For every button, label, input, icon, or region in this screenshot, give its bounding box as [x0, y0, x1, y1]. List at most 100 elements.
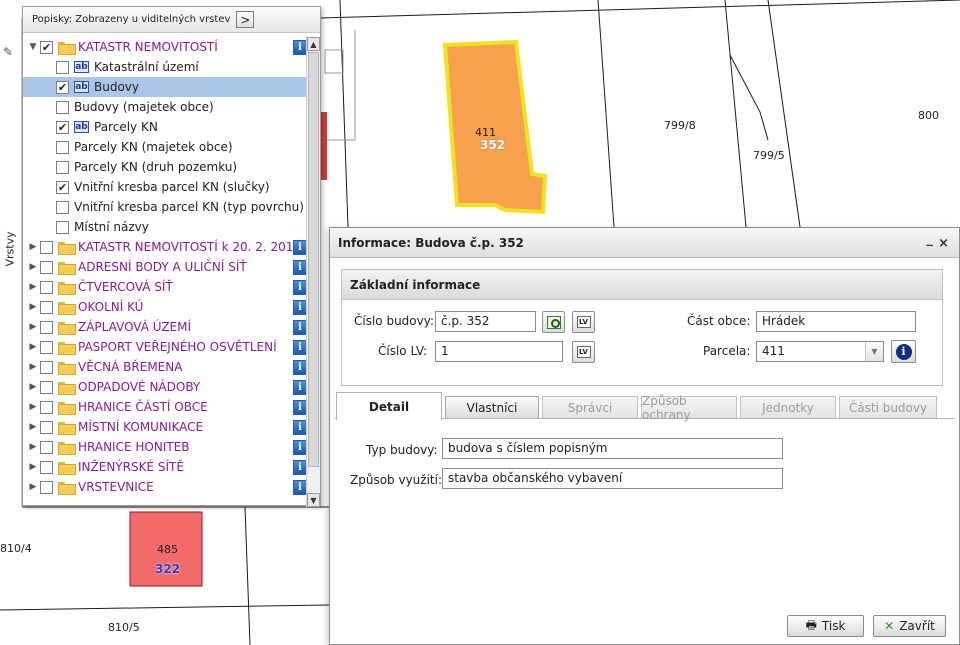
info-icon[interactable]: i — [293, 400, 307, 415]
layer-row[interactable]: Budovy (majetek obce) — [23, 97, 307, 117]
expand-icon[interactable]: ▶ — [28, 402, 38, 412]
expand-icon[interactable]: ▶ — [28, 342, 38, 352]
label-toggle-icon[interactable]: ab — [74, 61, 89, 73]
layer-checkbox[interactable] — [40, 420, 53, 434]
layer-row[interactable]: Místní názvy — [23, 217, 307, 237]
layer-row[interactable]: ▶ KATASTR NEMOVITOSTÍ k 20. 2. 2012 i — [23, 237, 307, 257]
chevron-down-icon[interactable]: ▼ — [865, 342, 883, 361]
layer-row[interactable]: ▶ OKOLNÍ KÚ i — [23, 297, 307, 317]
layer-row[interactable]: ▶ MÍSTNÍ KOMUNIKACE i — [23, 417, 307, 437]
layer-checkbox[interactable] — [40, 380, 53, 394]
layer-scrollbar[interactable]: ▲ ▼ — [306, 37, 320, 507]
layer-row[interactable]: ab Katastrální území — [23, 57, 307, 77]
lv-number-button[interactable]: LV — [572, 341, 595, 363]
layer-checkbox[interactable] — [56, 140, 69, 154]
layer-checkbox[interactable] — [56, 100, 69, 114]
print-button[interactable]: 🖶 Tisk — [787, 615, 864, 637]
layer-checkbox[interactable] — [40, 260, 53, 274]
layer-checkbox[interactable] — [40, 440, 53, 454]
expand-icon[interactable]: ▶ — [28, 322, 38, 332]
parcel-info-button[interactable]: i — [891, 340, 916, 363]
layer-checkbox[interactable] — [56, 160, 69, 174]
layer-row[interactable]: ▶ ODPADOVÉ NÁDOBY i — [23, 377, 307, 397]
zoom-to-building-button[interactable] — [542, 311, 565, 333]
layer-checkbox[interactable]: ✔ — [56, 80, 69, 94]
info-icon[interactable]: i — [293, 260, 307, 275]
layer-checkbox[interactable] — [40, 340, 53, 354]
info-icon[interactable]: i — [293, 40, 307, 55]
layer-row[interactable]: ▶ VRSTEVNICE i — [23, 477, 307, 497]
pin-icon[interactable]: ✎ — [3, 45, 13, 59]
layer-row[interactable]: ▶ ADRESNÍ BODY A ULIČNÍ SÍŤ i — [23, 257, 307, 277]
layer-checkbox[interactable] — [40, 360, 53, 374]
layer-checkbox[interactable]: ✔ — [56, 180, 69, 194]
expand-icon[interactable]: ▶ — [28, 382, 38, 392]
layer-checkbox[interactable] — [40, 480, 53, 494]
label-toggle-icon[interactable]: ab — [74, 81, 89, 93]
parcel-select[interactable]: 411 ▼ — [756, 341, 884, 362]
info-icon[interactable]: i — [293, 300, 307, 315]
layer-row[interactable]: ▶ ZÁPLAVOVÁ ÚZEMÍ i — [23, 317, 307, 337]
lv-number-field[interactable]: 1 — [435, 341, 563, 362]
expand-icon[interactable]: ▶ — [28, 462, 38, 472]
dialog-titlebar[interactable]: Informace: Budova č.p. 352 _ × — [330, 228, 959, 258]
tab-protection[interactable]: Způsob ochrany — [641, 394, 737, 422]
info-icon[interactable]: i — [293, 320, 307, 335]
tab-owners[interactable]: Vlastníci — [445, 396, 539, 418]
info-icon[interactable]: i — [293, 280, 307, 295]
layer-checkbox[interactable] — [56, 60, 69, 74]
usage-field[interactable]: stavba občanského vybavení — [442, 468, 783, 489]
layer-row[interactable]: ▶ HRANICE HONITEB i — [23, 437, 307, 457]
layer-checkbox[interactable] — [40, 300, 53, 314]
info-icon[interactable]: i — [293, 480, 307, 495]
scroll-down-icon[interactable]: ▼ — [307, 493, 320, 507]
expand-icon[interactable]: ▶ — [28, 302, 38, 312]
building-type-field[interactable]: budova s číslem popisným — [442, 438, 783, 459]
info-icon[interactable]: i — [293, 460, 307, 475]
layer-checkbox[interactable] — [40, 240, 53, 254]
layer-row[interactable]: ▶ ČTVERCOVÁ SÍŤ i — [23, 277, 307, 297]
scroll-up-icon[interactable]: ▲ — [307, 37, 320, 51]
layer-row[interactable]: ▶ PASPORT VEŘEJNÉHO OSVĚTLENÍ i — [23, 337, 307, 357]
tab-detail[interactable]: Detail — [336, 392, 442, 420]
expand-icon[interactable]: ▶ — [28, 262, 38, 272]
tab-managers[interactable]: Správci — [542, 396, 638, 418]
info-icon[interactable]: i — [293, 380, 307, 395]
layer-row[interactable]: Vnitřní kresba parcel KN (typ povrchu) — [23, 197, 307, 217]
expand-icon[interactable]: ▶ — [28, 422, 38, 432]
minimize-icon[interactable]: _ — [927, 232, 934, 247]
part-of-town-field[interactable]: Hrádek — [756, 311, 916, 332]
expand-icon[interactable]: ▶ — [28, 242, 38, 252]
layer-checkbox[interactable] — [40, 460, 53, 474]
expand-icon[interactable]: ▶ — [28, 482, 38, 492]
info-icon[interactable]: i — [293, 340, 307, 355]
layer-row[interactable]: ▶ HRANICE ČÁSTÍ OBCE i — [23, 397, 307, 417]
layer-checkbox[interactable]: ✔ — [40, 40, 53, 54]
layer-row[interactable]: ▼ ✔ KATASTR NEMOVITOSTÍ i — [23, 37, 307, 57]
info-icon[interactable]: i — [293, 240, 307, 255]
layer-checkbox[interactable] — [40, 320, 53, 334]
label-toggle-icon[interactable]: ab — [74, 121, 89, 133]
collapse-icon[interactable]: ▼ — [28, 42, 38, 52]
expand-icon[interactable]: ▶ — [28, 442, 38, 452]
layer-checkbox[interactable] — [56, 200, 69, 214]
layer-checkbox[interactable]: ✔ — [56, 120, 69, 134]
layer-row[interactable]: ▶ INŽENÝRSKÉ SÍTĚ i — [23, 457, 307, 477]
layer-checkbox[interactable] — [40, 400, 53, 414]
expand-icon[interactable]: ▶ — [28, 282, 38, 292]
expand-icon[interactable]: ▶ — [28, 362, 38, 372]
tab-building-parts[interactable]: Části budovy — [839, 396, 937, 418]
layer-checkbox[interactable] — [40, 280, 53, 294]
close-icon[interactable]: × — [938, 236, 949, 251]
layer-row[interactable]: Parcely KN (majetek obce) — [23, 137, 307, 157]
layer-checkbox[interactable] — [56, 220, 69, 234]
layer-row[interactable]: ✔ Vnitřní kresba parcel KN (slučky) — [23, 177, 307, 197]
layers-side-strip[interactable]: ✎ Vrstvy — [0, 18, 22, 506]
layer-row[interactable]: ✔ ab Parcely KN — [23, 117, 307, 137]
info-icon[interactable]: i — [293, 360, 307, 375]
layer-row[interactable]: ✔ ab Budovy — [23, 77, 307, 97]
info-icon[interactable]: i — [293, 440, 307, 455]
close-button[interactable]: ✕ Zavřít — [873, 615, 946, 637]
layer-row[interactable]: ▶ VĚCNÁ BŘEMENA i — [23, 357, 307, 377]
arrow-right-icon[interactable]: > — [236, 11, 255, 28]
